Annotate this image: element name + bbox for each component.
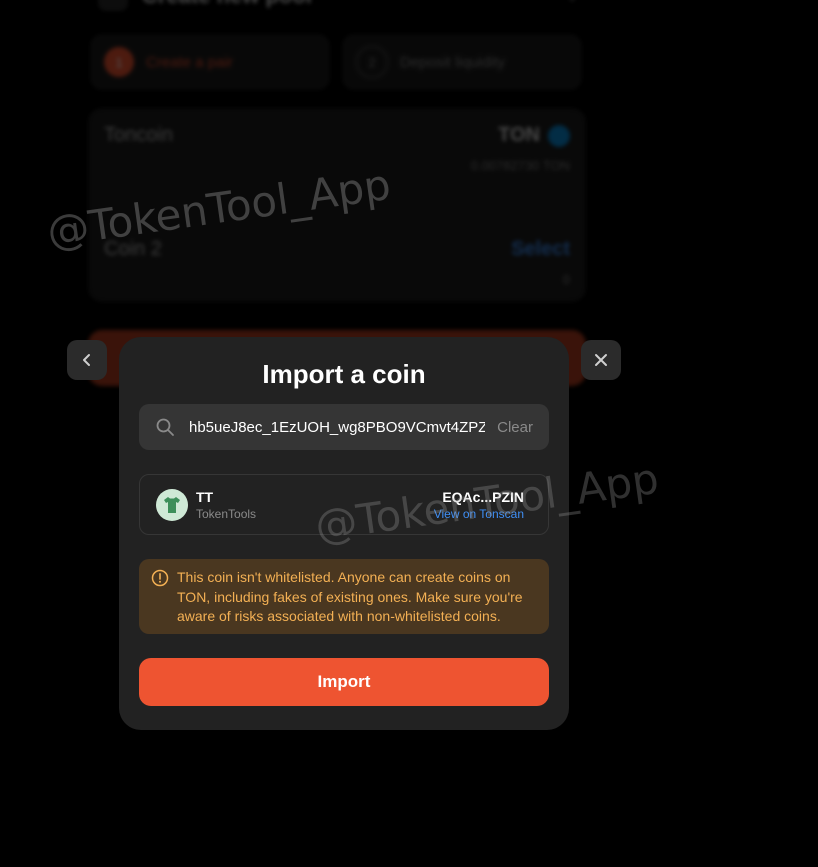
close-icon (595, 354, 607, 366)
background-title: Create new pool (142, 0, 312, 9)
coin2-balance: 0 (562, 272, 570, 287)
ton-icon (548, 124, 570, 147)
coin-symbol: TT (196, 488, 214, 505)
coin1-label: Toncoin (104, 124, 173, 146)
search-input[interactable] (187, 417, 488, 437)
back-square (98, 0, 128, 11)
import-coin-modal: Import a coin Clear TT TokenTools EQAc..… (119, 337, 569, 730)
coin-names: TT TokenTools (196, 489, 256, 521)
coin-address: EQAc...PZIN (442, 488, 524, 505)
tshirt-icon (164, 496, 180, 513)
pair-card: Toncoin TON 0.00782730 TON Coin 2 Select… (88, 108, 586, 302)
search-box: Clear (139, 404, 549, 450)
coin-address-block: EQAc...PZIN View on Tonscan (434, 489, 524, 521)
step-number: 1 (104, 47, 134, 77)
warning-text: This coin isn't whitelisted. Anyone can … (177, 569, 523, 624)
coin1-row: Toncoin TON (104, 124, 570, 147)
whitelist-warning: This coin isn't whitelisted. Anyone can … (139, 559, 549, 634)
chevron-left-icon (83, 354, 90, 366)
coin-logo-icon (156, 488, 188, 521)
chevron-down-icon: ⌄ (566, 0, 578, 5)
coin-name: TokenTools (196, 506, 257, 521)
step-label: Deposit liquidity (400, 53, 506, 71)
coin-result-row[interactable]: TT TokenTools EQAc...PZIN View on Tonsca… (139, 474, 549, 535)
coin2-row: Coin 2 Select (104, 238, 570, 261)
back-button[interactable] (67, 340, 107, 380)
clear-button[interactable]: Clear (497, 419, 533, 436)
step-label: Create a pair (146, 53, 233, 71)
import-button[interactable]: Import (139, 658, 549, 706)
coin2-select: Select (511, 238, 570, 260)
search-icon (156, 418, 174, 436)
coin2-label: Coin 2 (104, 238, 162, 260)
coin1-balance: 0.00782730 TON (470, 158, 570, 173)
step-deposit-liquidity: 2 Deposit liquidity (342, 34, 582, 90)
step-create-pair: 1 Create a pair (90, 34, 330, 90)
modal-title: Import a coin (262, 359, 426, 389)
warning-icon (151, 569, 169, 587)
coin1-symbol: TON (498, 124, 540, 146)
background-header: Create new pool ⌄ (98, 0, 578, 14)
step-number: 2 (356, 46, 388, 78)
close-button[interactable] (581, 340, 621, 380)
view-on-tonscan-link[interactable]: View on Tonscan (434, 507, 524, 521)
